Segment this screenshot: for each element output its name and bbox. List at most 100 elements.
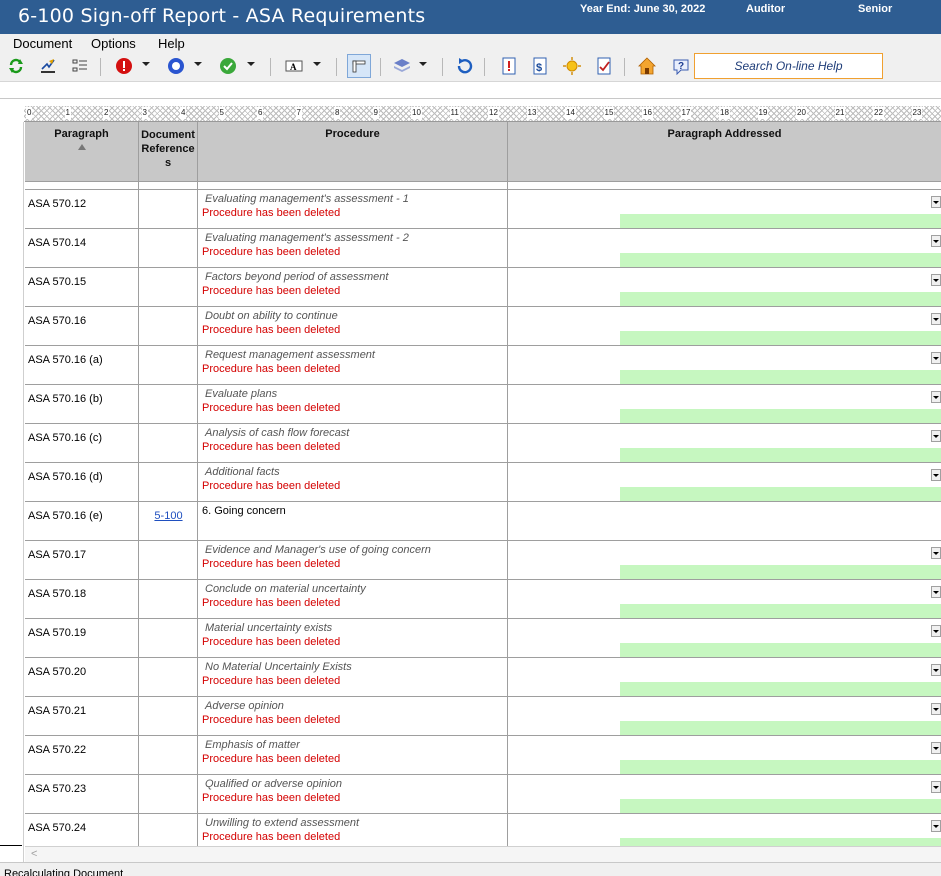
- paragraph-ref: ASA 570.24: [28, 822, 87, 834]
- ruler-icon[interactable]: [347, 54, 371, 78]
- paragraph-addressed-cell[interactable]: [508, 190, 941, 228]
- addressed-highlight: [620, 253, 941, 267]
- refresh-icon[interactable]: [6, 56, 26, 76]
- stack-icon[interactable]: [392, 56, 412, 76]
- sync-icon[interactable]: [455, 56, 475, 76]
- dropdown-icon[interactable]: [931, 352, 941, 364]
- alert-icon[interactable]: [114, 56, 134, 76]
- procedure-cell[interactable]: 6. Going concern: [198, 502, 508, 540]
- stack-dropdown[interactable]: [419, 62, 427, 66]
- dollar-doc-icon[interactable]: $: [530, 56, 550, 76]
- paragraph-addressed-cell[interactable]: [508, 580, 941, 618]
- table-row[interactable]: ASA 570.16 (d) Additional facts Procedure …: [25, 463, 941, 502]
- document-ref-cell: [139, 580, 198, 618]
- dropdown-icon[interactable]: [931, 196, 941, 208]
- table-row[interactable]: ASA 570.12 Evaluating management's assess…: [25, 190, 941, 229]
- paragraph-addressed-cell[interactable]: [508, 229, 941, 267]
- document-ref-link[interactable]: 5-100: [139, 510, 198, 522]
- dropdown-icon[interactable]: [931, 781, 941, 793]
- table-row[interactable]: ASA 570.22 Emphasis of matter Procedure ha…: [25, 736, 941, 775]
- menu-options[interactable]: Options: [91, 36, 136, 51]
- table-row[interactable]: ASA 570.16 Doubt on ability to continue Pr…: [25, 307, 941, 346]
- paragraph-addressed-cell[interactable]: [508, 775, 941, 813]
- table-row[interactable]: ASA 570.14 Evaluating management's assess…: [25, 229, 941, 268]
- addressed-highlight: [620, 682, 941, 696]
- table-row[interactable]: ASA 570.20 No Material Uncertainly Exists…: [25, 658, 941, 697]
- dropdown-icon[interactable]: [931, 703, 941, 715]
- sun-icon[interactable]: [562, 56, 582, 76]
- menu-help[interactable]: Help: [158, 36, 185, 51]
- auditor-signoff[interactable]: Auditor: [746, 3, 785, 15]
- checklist-doc-icon[interactable]: [594, 56, 614, 76]
- paragraph-addressed-cell[interactable]: [508, 619, 941, 657]
- toolbar-separator: [442, 58, 443, 76]
- table-row[interactable]: ASA 570.15 Factors beyond period of asses…: [25, 268, 941, 307]
- sort-ascending-icon: [77, 144, 86, 150]
- paragraph-addressed-cell[interactable]: [508, 268, 941, 306]
- paragraph-addressed-cell[interactable]: [508, 658, 941, 696]
- alert-dropdown[interactable]: [142, 62, 150, 66]
- dropdown-icon[interactable]: [931, 586, 941, 598]
- table-row[interactable]: ASA 570.16 (a) Request management assessm…: [25, 346, 941, 385]
- paragraph-addressed-cell[interactable]: [508, 502, 941, 540]
- check-icon[interactable]: [218, 56, 238, 76]
- ruler-tick: 5: [218, 107, 225, 119]
- paragraph-addressed-cell[interactable]: [508, 307, 941, 345]
- table-row[interactable]: ASA 570.21 Adverse opinion Procedure has b…: [25, 697, 941, 736]
- table-row[interactable]: ASA 570.16 (e) 5-100 6. Going concern: [25, 502, 941, 541]
- table-row[interactable]: ASA 570.24 Unwilling to extend assessment…: [25, 814, 941, 846]
- table-row[interactable]: ASA 570.23 Qualified or adverse opinion Pr…: [25, 775, 941, 814]
- font-dropdown[interactable]: [313, 62, 321, 66]
- paragraph-addressed-cell[interactable]: [508, 541, 941, 579]
- paragraph-addressed-cell[interactable]: [508, 697, 941, 735]
- table-row[interactable]: ASA 570.16 (b) Evaluate plans Procedure ha…: [25, 385, 941, 424]
- horizontal-scrollbar[interactable]: <: [25, 846, 941, 862]
- senior-signoff[interactable]: Senior: [858, 3, 892, 15]
- paragraph-addressed-cell[interactable]: [508, 346, 941, 384]
- help-search-input[interactable]: Search On-line Help: [694, 53, 883, 79]
- menu-bar: Document Options Help: [0, 34, 941, 52]
- dropdown-icon[interactable]: [931, 625, 941, 637]
- addressed-highlight: [620, 643, 941, 657]
- table-row[interactable]: ASA 570.18 Conclude on material uncertain…: [25, 580, 941, 619]
- help-icon[interactable]: ?: [671, 56, 691, 76]
- check-dropdown[interactable]: [247, 62, 255, 66]
- menu-document[interactable]: Document: [13, 36, 72, 51]
- dropdown-icon[interactable]: [931, 820, 941, 832]
- info-doc-icon[interactable]: [499, 56, 519, 76]
- year-end-label: Year End: June 30, 2022: [580, 3, 706, 15]
- paragraph-addressed-cell[interactable]: [508, 814, 941, 846]
- table-row[interactable]: ASA 570.19 Material uncertainty exists Pro…: [25, 619, 941, 658]
- dropdown-icon[interactable]: [931, 274, 941, 286]
- paragraph-addressed-cell[interactable]: [508, 424, 941, 462]
- column-header-document-references[interactable]: Document Reference s: [139, 122, 198, 182]
- dropdown-icon[interactable]: [931, 430, 941, 442]
- table-row[interactable]: ASA 570.16 (c) Analysis of cash flow fore…: [25, 424, 941, 463]
- column-header-paragraph-addressed[interactable]: Paragraph Addressed: [508, 122, 941, 182]
- signoff-icon[interactable]: [38, 56, 58, 76]
- procedure-link[interactable]: 6. Going concern: [202, 505, 286, 517]
- dropdown-icon[interactable]: [931, 469, 941, 481]
- paragraph-addressed-cell[interactable]: [508, 463, 941, 501]
- paragraph-addressed-cell[interactable]: [508, 385, 941, 423]
- dropdown-icon[interactable]: [931, 664, 941, 676]
- home-icon[interactable]: [637, 56, 657, 76]
- dropdown-icon[interactable]: [931, 547, 941, 559]
- circle-dropdown[interactable]: [194, 62, 202, 66]
- dropdown-icon[interactable]: [931, 313, 941, 325]
- paragraph-addressed-cell[interactable]: [508, 736, 941, 774]
- column-ruler[interactable]: 0123456789101112131415161718192021222325: [24, 106, 941, 122]
- table-row[interactable]: ASA 570.17 Evidence and Manager's use of …: [25, 541, 941, 580]
- document-ref-cell: [139, 541, 198, 579]
- column-header-paragraph[interactable]: Paragraph: [25, 122, 139, 182]
- outline-icon[interactable]: [70, 56, 90, 76]
- dropdown-icon[interactable]: [931, 235, 941, 247]
- font-icon[interactable]: A: [284, 56, 304, 76]
- paragraph-cell: ASA 570.16 (b): [25, 385, 139, 423]
- circle-icon[interactable]: [166, 56, 186, 76]
- dropdown-icon[interactable]: [931, 391, 941, 403]
- dropdown-icon[interactable]: [931, 742, 941, 754]
- scroll-left-icon[interactable]: <: [31, 848, 37, 860]
- column-header-procedure[interactable]: Procedure: [198, 122, 508, 182]
- paragraph-ref: ASA 570.16 (a): [28, 354, 103, 366]
